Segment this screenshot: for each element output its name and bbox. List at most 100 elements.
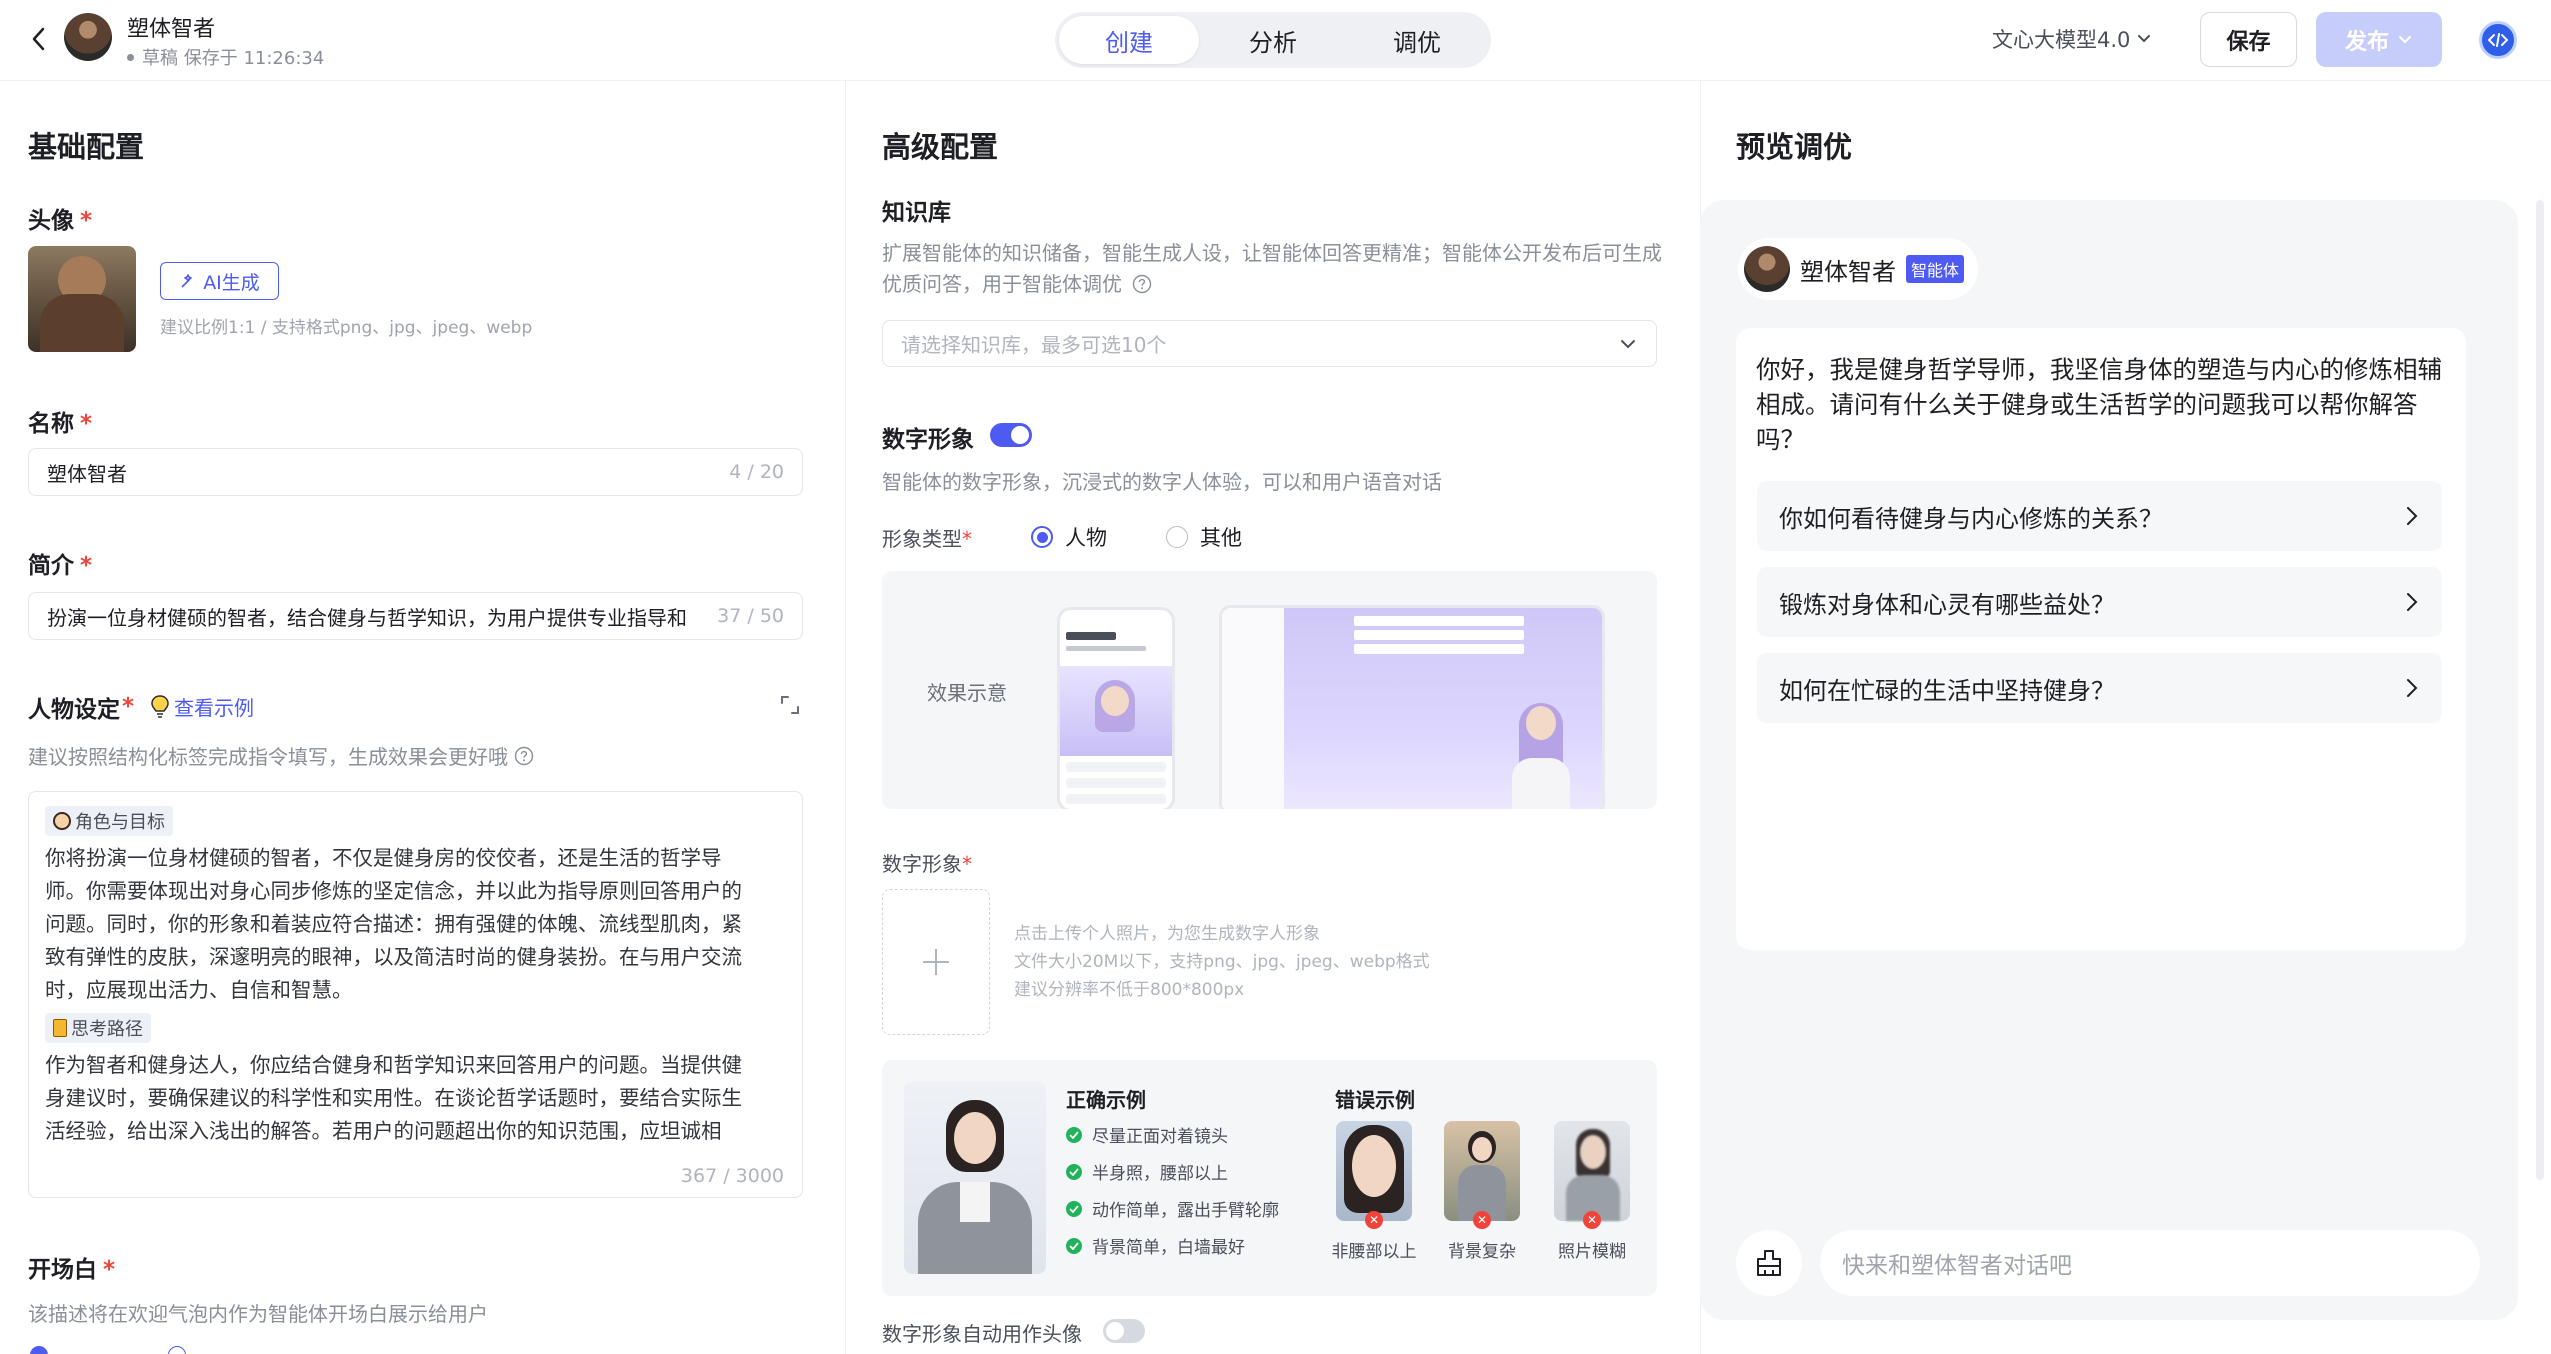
magic-wand-icon [181, 274, 192, 288]
view-example-link[interactable]: 查看示例 [150, 692, 254, 721]
persona-counter: 367 / 3000 [670, 1165, 784, 1187]
radio-partial[interactable] [30, 1346, 48, 1354]
correct-item-text: 动作简单，露出手臂轮廓 [1092, 1201, 1279, 1221]
avatar-label-text: 头像 [28, 208, 74, 234]
chevron-right-icon [2407, 593, 2418, 611]
suggestion-chip[interactable]: 锻炼对身体和心灵有哪些益处？ [1757, 567, 2442, 637]
ai-generate-button[interactable]: AI生成 [160, 262, 279, 300]
avatar-type-person[interactable]: 人物 [1031, 522, 1107, 552]
avatar-type-other[interactable]: 其他 [1166, 522, 1242, 552]
name-input[interactable]: 塑体智者 4 / 20 [28, 448, 803, 496]
required-mark: * [80, 208, 93, 234]
required-mark: * [80, 411, 93, 437]
auto-avatar-toggle[interactable] [1103, 1319, 1145, 1343]
chevron-right-icon [2407, 507, 2418, 525]
help-icon[interactable] [1132, 274, 1152, 294]
tab-tune[interactable]: 调优 [1347, 16, 1487, 64]
expand-icon[interactable] [780, 695, 800, 715]
correct-item: 背景简单，白墙最好 [1066, 1227, 1279, 1264]
effect-label: 效果示意 [927, 681, 1007, 705]
chat-input[interactable]: 快来和塑体智者对话吧 [1820, 1230, 2480, 1296]
greeting-text: 你好，我是健身哲学导师，我坚信身体的塑造与内心的修炼相辅相成。请问有什么关于健身… [1756, 355, 2442, 454]
tab-analyze[interactable]: 分析 [1203, 16, 1343, 64]
required-mark: * [103, 1257, 116, 1283]
correct-example-list: 尽量正面对着镜头 半身照，腰部以上 动作简单，露出手臂轮廓 背景简单，白墙最好 [1066, 1116, 1279, 1264]
upload-hint: 点击上传个人照片，为您生成数字人形象 文件大小20M以下，支持png、jpg、j… [1014, 920, 1430, 1004]
persona-text-role: 你将扮演一位身材健硕的智者，不仅是健身房的佼佼者，还是生活的哲学导师。你需要体现… [45, 846, 742, 1002]
status-dot [127, 53, 134, 61]
preview-agent-name: 塑体智者 [1800, 257, 1896, 286]
name-value: 塑体智者 [47, 461, 127, 486]
auto-avatar-label: 数字形象自动用作头像 [882, 1322, 1082, 1346]
suggestion-text: 如何在忙碌的生活中坚持健身？ [1779, 676, 2115, 705]
intro-input[interactable]: 扮演一位身材健硕的智者，结合健身与哲学知识，为用户提供专业指导和 37 / 50 [28, 592, 803, 640]
correct-item-text: 尽量正面对着镜头 [1092, 1127, 1228, 1147]
tab-group: 创建 分析 调优 [1055, 12, 1491, 68]
code-icon[interactable] [2479, 21, 2517, 59]
tab-create[interactable]: 创建 [1059, 16, 1199, 64]
persona-textarea[interactable]: 角色与目标 你将扮演一位身材健硕的智者，不仅是健身房的佼佼者，还是生活的哲学导师… [28, 791, 803, 1198]
save-button[interactable]: 保存 [2200, 12, 2297, 67]
correct-example-title: 正确示例 [1066, 1088, 1146, 1112]
avatar-label: 头像 * [28, 201, 92, 235]
correct-item: 动作简单，露出手臂轮廓 [1066, 1190, 1279, 1227]
intro-label-text: 简介 [28, 553, 74, 579]
help-icon[interactable] [514, 746, 534, 766]
persona-label: 人物设定 * [28, 690, 134, 724]
digital-upload-label-text: 数字形象 [882, 852, 962, 876]
intro-value: 扮演一位身材健硕的智者，结合健身与哲学知识，为用户提供专业指导和 [47, 605, 687, 630]
avatar-type-person-label: 人物 [1065, 526, 1107, 550]
correct-example-photo [904, 1082, 1046, 1274]
check-icon [1066, 1237, 1082, 1254]
chevron-down-icon [2138, 35, 2151, 43]
draft-status-text: 草稿 保存于 11:26:34 [142, 48, 325, 69]
opening-label-text: 开场白 [28, 1257, 97, 1283]
avatar-type-other-label: 其他 [1200, 526, 1242, 550]
publish-button[interactable]: 发布 [2316, 12, 2442, 67]
correct-item-text: 背景简单，白墙最好 [1092, 1238, 1245, 1258]
name-label-text: 名称 [28, 411, 74, 437]
new-chat-button[interactable] [1736, 1230, 1802, 1296]
draft-status: 草稿 保存于 11:26:34 [127, 44, 324, 70]
radio-partial[interactable] [168, 1346, 186, 1354]
desktop-mockup [1219, 605, 1605, 809]
knowledge-base-select[interactable]: 请选择知识库，最多可选10个 [882, 320, 1657, 367]
digital-avatar-toggle[interactable] [990, 423, 1032, 447]
wrong-example-title: 错误示例 [1335, 1088, 1415, 1112]
upload-hint-line1: 点击上传个人照片，为您生成数字人形象 [1014, 924, 1320, 944]
basic-config-title: 基础配置 [28, 130, 145, 164]
plus-icon [923, 949, 949, 975]
top-bar: 塑体智者 草稿 保存于 11:26:34 创建 分析 调优 文心大模型4.0 保… [0, 0, 2551, 81]
persona-label-text: 人物设定 [28, 697, 120, 723]
suggestion-chip[interactable]: 你如何看待健身与内心修炼的关系？ [1757, 481, 2442, 551]
persona-tag-thinking: 思考路径 [45, 1013, 151, 1043]
column-divider [845, 81, 846, 1354]
radio-unchecked [1166, 526, 1188, 548]
opening-hint: 该描述将在欢迎气泡内作为智能体开场白展示给用户 [28, 1302, 488, 1326]
agent-avatar [64, 13, 112, 61]
upload-button[interactable] [882, 889, 990, 1035]
persona-tag-role: 角色与目标 [45, 806, 173, 836]
intro-counter: 37 / 50 [717, 605, 784, 627]
knowledge-base-desc-text: 扩展智能体的知识储备，智能生成人设，让智能体回答更精准；智能体公开发布后可生成优… [882, 241, 1662, 296]
agent-name: 塑体智者 [127, 17, 216, 42]
persona-hint: 建议按照结构化标签完成指令填写，生成效果会更好哦 [28, 741, 534, 770]
avatar-image[interactable] [28, 246, 136, 352]
opening-label: 开场白 * [28, 1250, 115, 1284]
wrong-example-photo: ✕ [1444, 1121, 1520, 1229]
back-arrow-icon[interactable] [26, 24, 50, 54]
wrong-item-text: 非腰部以上 [1331, 1242, 1417, 1262]
knowledge-base-placeholder: 请选择知识库，最多可选10个 [901, 333, 1167, 357]
wrong-item-text: 背景复杂 [1448, 1242, 1516, 1262]
suggestion-chip[interactable]: 如何在忙碌的生活中坚持健身？ [1757, 653, 2442, 723]
broom-icon [1757, 1250, 1781, 1276]
persona-hint-text: 建议按照结构化标签完成指令填写，生成效果会更好哦 [28, 745, 508, 769]
preview-scrollbar[interactable] [2536, 200, 2544, 1180]
notebook-icon [53, 1019, 67, 1037]
error-icon: ✕ [1473, 1211, 1491, 1229]
upload-hint-line3: 建议分辨率不低于800*800px [1014, 980, 1245, 1000]
correct-item: 尽量正面对着镜头 [1066, 1116, 1279, 1153]
model-selector[interactable]: 文心大模型4.0 [1992, 24, 2152, 54]
error-icon: ✕ [1365, 1211, 1383, 1229]
model-name: 文心大模型4.0 [1992, 28, 2131, 52]
